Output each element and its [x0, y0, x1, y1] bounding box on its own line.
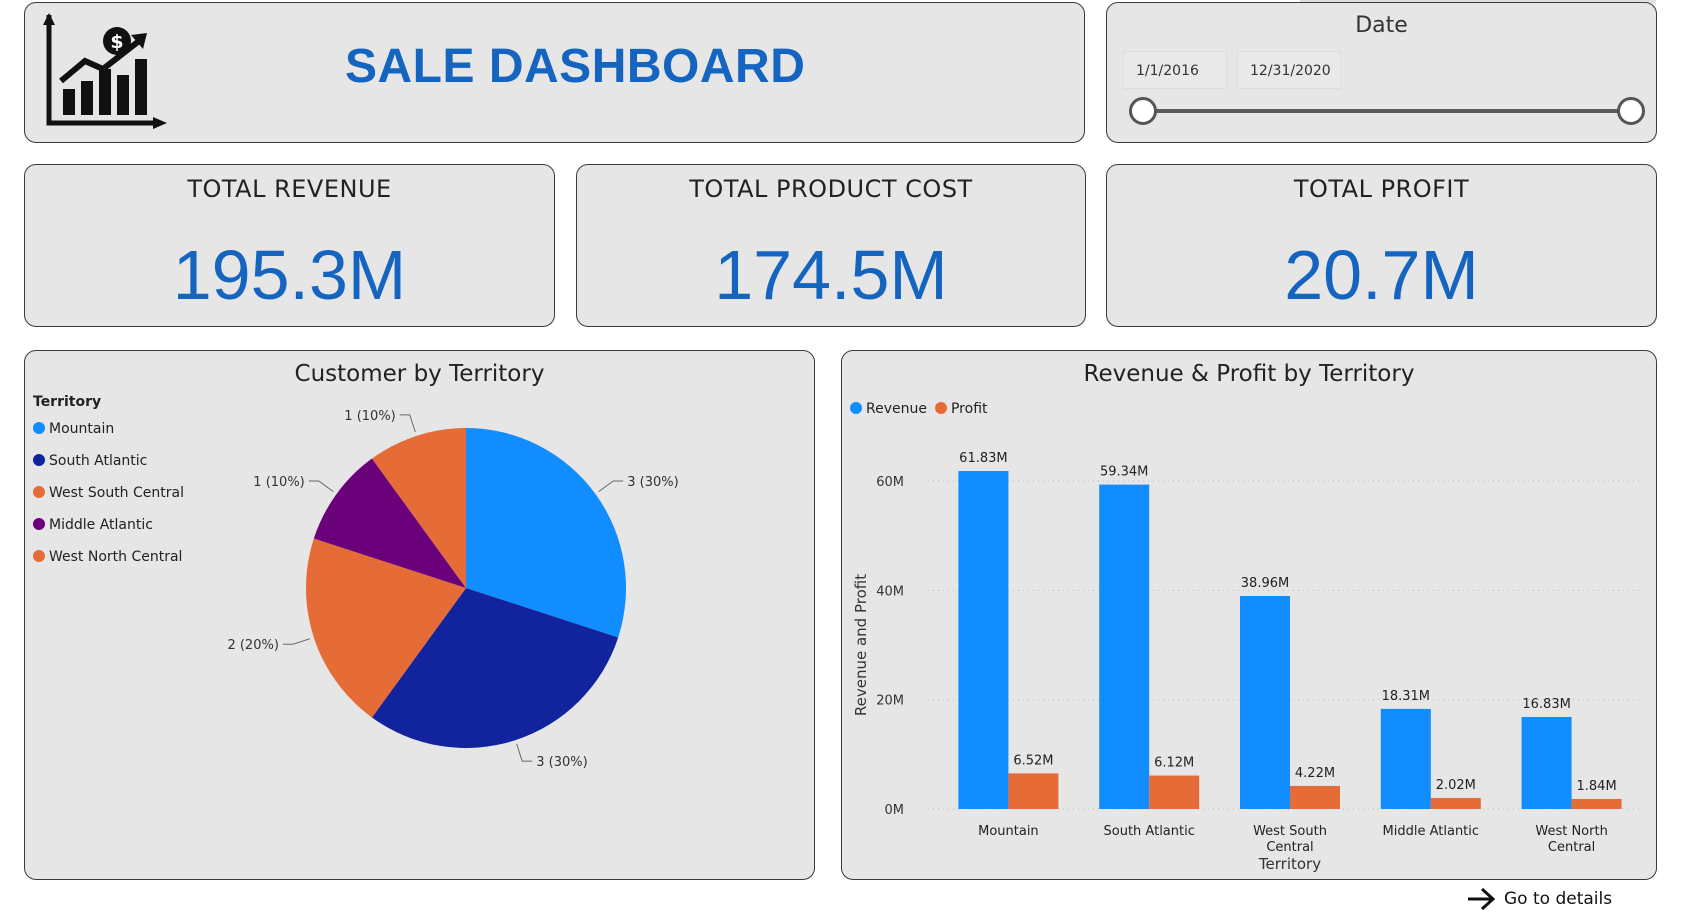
bar-chart-title: Revenue & Profit by Territory	[1083, 361, 1415, 387]
legend-label: South Atlantic	[49, 453, 148, 469]
pie-data-label: 1 (10%)	[253, 475, 304, 490]
pie-data-label: 3 (30%)	[627, 475, 678, 490]
legend-swatch	[33, 454, 45, 466]
date-end-input[interactable]: 12/31/2020	[1237, 51, 1341, 89]
kpi-card-total-revenue: TOTAL REVENUE 195.3M	[24, 164, 555, 327]
y-tick-label: 0M	[885, 803, 905, 818]
page-title: SALE DASHBOARD	[345, 40, 806, 93]
bar-data-label: 18.31M	[1382, 689, 1430, 704]
title-card: $ SALE DASHBOARD	[24, 2, 1085, 143]
go-to-details-button[interactable]: Go to details	[1466, 882, 1612, 916]
kpi-label: TOTAL PRODUCT COST	[689, 175, 973, 203]
date-start-input[interactable]: 1/1/2016	[1123, 51, 1227, 89]
legend-label: Revenue	[866, 401, 927, 417]
legend-item[interactable]: South Atlantic	[33, 445, 184, 477]
legend-swatch	[33, 422, 45, 434]
x-axis-title: Territory	[1258, 855, 1321, 873]
bar-chart: 0M 20M 40M 60M Revenue and Profit 61.83M 6.52M…	[852, 451, 1642, 873]
customer-by-territory-chart: 3 (30%) 3 (30%) 2 (20%) 1 (10%) 1 (10%) Cust…	[24, 350, 815, 880]
y-axis-title: Revenue and Profit	[852, 574, 870, 716]
legend-swatch	[934, 402, 947, 414]
bar-revenue[interactable]	[1099, 484, 1150, 809]
legend-item[interactable]: Profit	[934, 401, 988, 417]
date-slicer: Date 1/1/2016 12/31/2020	[1106, 2, 1657, 143]
legend-label: Profit	[950, 401, 988, 417]
legend-swatch	[33, 486, 45, 498]
pie-label-leader	[598, 480, 624, 493]
revenue-profit-by-territory-chart: 0M 20M 40M 60M Revenue and Profit 61.83M 6.52M…	[841, 350, 1657, 880]
kpi-value: 195.3M	[172, 236, 407, 314]
pie-chart-title: Customer by Territory	[294, 361, 545, 387]
legend-item[interactable]: Mountain	[33, 413, 184, 445]
x-tick-label: Central	[1548, 840, 1595, 855]
legend-title: Territory	[33, 394, 102, 410]
pie-label-leader	[516, 743, 533, 762]
kpi-label: TOTAL PROFIT	[1293, 175, 1470, 203]
bar-data-label: 6.12M	[1154, 756, 1194, 771]
bar-revenue[interactable]	[1240, 596, 1290, 809]
kpi-label: TOTAL REVENUE	[187, 175, 392, 203]
pie-data-label: 2 (20%)	[227, 638, 278, 653]
pie-label-leader	[399, 414, 416, 433]
bar-data-label: 59.34M	[1100, 465, 1148, 480]
y-tick-label: 40M	[876, 584, 904, 599]
bar-data-label: 1.84M	[1577, 779, 1617, 794]
pie-data-label: 3 (30%)	[536, 755, 587, 770]
legend-label: West South Central	[49, 485, 184, 501]
svg-text:$: $	[110, 31, 123, 53]
kpi-card-total-product-cost: TOTAL PRODUCT COST 174.5M	[576, 164, 1086, 327]
bar-revenue[interactable]	[1521, 716, 1572, 809]
bar-data-label: 38.96M	[1241, 576, 1289, 591]
bar-profit[interactable]	[1149, 775, 1200, 809]
kpi-card-total-profit: TOTAL PROFIT 20.7M	[1106, 164, 1657, 327]
legend-item[interactable]: Revenue	[850, 401, 927, 417]
bar-legend: Revenue Profit	[850, 401, 996, 417]
bar-data-label: 4.22M	[1295, 766, 1335, 781]
bar-data-label: 2.02M	[1436, 778, 1476, 793]
x-tick-label: Mountain	[978, 824, 1039, 839]
legend-label: Middle Atlantic	[49, 517, 153, 533]
arrow-right-icon	[1468, 887, 1496, 911]
legend-item[interactable]: Middle Atlantic	[33, 509, 184, 541]
date-slicer-title: Date	[1355, 13, 1408, 38]
x-tick-label: Middle Atlantic	[1383, 824, 1480, 839]
date-range-slider-track[interactable]	[1145, 109, 1631, 113]
x-tick-label: South Atlantic	[1104, 824, 1195, 839]
x-tick-label: West North	[1535, 824, 1607, 839]
pie-label-leader	[282, 638, 311, 645]
legend-swatch	[33, 550, 45, 562]
go-to-details-label: Go to details	[1504, 889, 1613, 909]
bar-profit[interactable]	[1290, 785, 1340, 809]
y-tick-label: 20M	[876, 694, 904, 709]
bar-profit[interactable]	[1008, 773, 1059, 809]
legend-label: West North Central	[49, 549, 183, 565]
kpi-value: 20.7M	[1284, 236, 1479, 314]
x-tick-label: West South	[1253, 824, 1327, 839]
x-tick-label: Central	[1266, 840, 1313, 855]
legend-swatch	[850, 402, 862, 414]
date-slider-end-handle[interactable]	[1617, 97, 1645, 125]
kpi-value: 174.5M	[714, 236, 948, 314]
bar-data-label: 61.83M	[959, 451, 1007, 466]
legend-swatch	[33, 518, 45, 530]
legend-label: Mountain	[49, 421, 115, 437]
bar-data-label: 16.83M	[1522, 697, 1570, 712]
date-slider-start-handle[interactable]	[1129, 97, 1157, 125]
legend-item[interactable]: West North Central	[33, 541, 184, 573]
y-tick-label: 60M	[876, 475, 904, 490]
bar-data-label: 6.52M	[1013, 753, 1053, 768]
pie-data-label: 1 (10%)	[344, 409, 395, 424]
pie-label-leader	[308, 480, 334, 493]
pie-legend: Territory Mountain South Atlantic West Sou…	[33, 391, 184, 573]
legend-item[interactable]: West South Central	[33, 477, 184, 509]
bar-revenue[interactable]	[1380, 708, 1431, 809]
growth-chart-dollar-icon: $	[43, 13, 167, 129]
bar-revenue[interactable]	[958, 470, 1009, 809]
bar-profit[interactable]	[1430, 797, 1481, 809]
bar-profit[interactable]	[1571, 798, 1622, 809]
